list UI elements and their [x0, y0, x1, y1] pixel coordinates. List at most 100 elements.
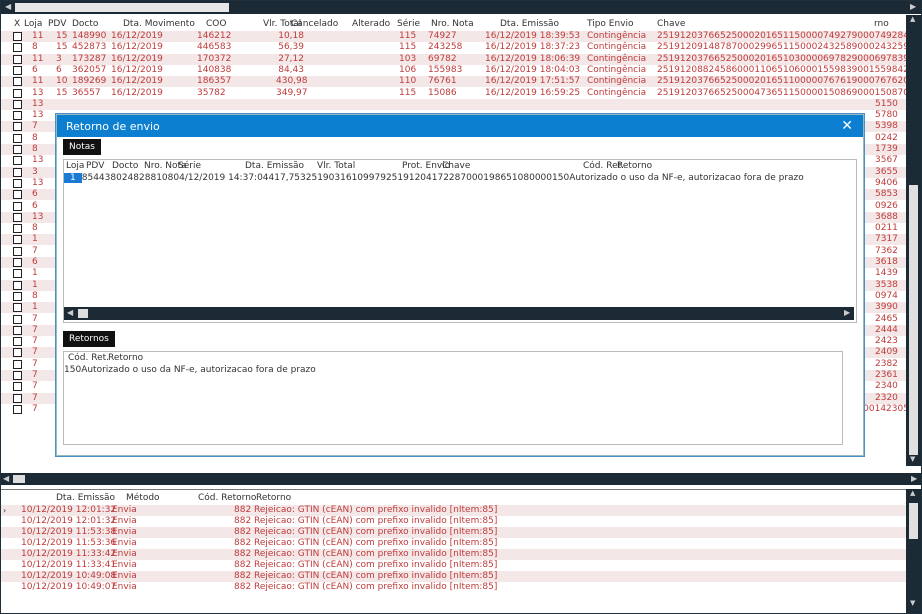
row-checkbox[interactable]	[13, 32, 22, 41]
scroll-thumb[interactable]	[13, 475, 25, 483]
scroll-right-icon[interactable]: ▶	[911, 474, 917, 483]
column-header[interactable]: PDV	[86, 161, 104, 171]
row-checkbox[interactable]	[13, 190, 22, 200]
column-header[interactable]: X	[14, 19, 20, 29]
row-checkbox[interactable]	[13, 393, 22, 403]
log-row[interactable]: 10/12/2019 12:01:32 Envia 882 Rejeicao: GTI…	[1, 505, 906, 516]
row-checkbox[interactable]	[13, 145, 22, 154]
column-header[interactable]: Tipo Envio	[587, 19, 634, 29]
scroll-right-icon[interactable]: ▶	[844, 308, 850, 317]
scroll-down-icon[interactable]: ▼	[910, 599, 915, 607]
row-checkbox[interactable]	[13, 88, 22, 98]
table-row[interactable]: 11 15 148990 16/12/2019 146212 10,18 115 74927 1…	[1, 31, 906, 42]
row-checkbox[interactable]	[13, 258, 22, 267]
row-checkbox[interactable]	[13, 178, 22, 188]
log-row[interactable]: 10/12/2019 11:53:38 Envia 882 Rejeicao: GTI…	[1, 527, 906, 538]
row-checkbox[interactable]	[13, 224, 22, 234]
log-row[interactable]: 10/12/2019 11:33:42 Envia 882 Rejeicao: GTI…	[1, 549, 906, 560]
column-header[interactable]: rno	[874, 19, 889, 29]
row-checkbox[interactable]	[13, 246, 22, 256]
table-row[interactable]: 6 6 362057 16/12/2019 140838 84,43 106 155983 16…	[1, 64, 906, 76]
row-checkbox[interactable]	[13, 111, 22, 121]
log-row[interactable]: 10/12/2019 10:49:08 Envia 882 Rejeicao: GTI…	[1, 571, 906, 582]
scroll-left-icon[interactable]: ◀	[3, 474, 9, 483]
column-header[interactable]: Chave	[657, 19, 685, 29]
table-row[interactable]: 11 10 189269 16/12/2019 186357 430,98 110 76761…	[1, 76, 906, 88]
row-checkbox[interactable]	[13, 359, 22, 369]
log-row[interactable]: 10/12/2019 11:33:41 Envia 882 Rejeicao: GTI…	[1, 560, 906, 571]
row-checkbox[interactable]	[13, 99, 22, 109]
row-checkbox[interactable]	[13, 122, 22, 132]
row-checkbox[interactable]	[13, 77, 22, 87]
row-checkbox[interactable]	[13, 382, 22, 392]
column-header[interactable]: Série	[178, 161, 201, 171]
row-checkbox[interactable]	[13, 280, 22, 290]
grid-horizontal-scrollbar[interactable]: ◀ ▶	[1, 473, 921, 485]
log-row[interactable]: 10/12/2019 10:49:07 Envia 882 Rejeicao: GTI…	[1, 582, 906, 593]
column-header[interactable]: Cód. Retorno	[198, 493, 256, 503]
column-header[interactable]: Loja	[24, 19, 42, 29]
scroll-up-icon[interactable]: ▲	[910, 15, 915, 23]
column-header[interactable]: Docto	[72, 19, 98, 29]
table-row[interactable]: 13 15 36557 16/12/2019 35782 349,97 115 15086 16…	[1, 87, 906, 99]
row-checkbox[interactable]	[13, 201, 22, 211]
returns-log-vertical-scrollbar[interactable]: ▲ ▼	[906, 489, 921, 613]
column-header[interactable]: Vlr. Total	[317, 161, 355, 171]
log-row[interactable]: 10/12/2019 12:01:32 Envia 882 Rejeicao: GTI…	[1, 516, 906, 527]
row-checkbox[interactable]	[13, 325, 22, 335]
retornos-row[interactable]: 150Autorizado o uso da NF-e, autorizacao…	[64, 365, 840, 377]
column-header[interactable]: Dta. Emissão	[56, 493, 115, 503]
row-checkbox[interactable]	[13, 65, 22, 75]
row-checkbox[interactable]	[13, 54, 22, 64]
row-checkbox[interactable]	[13, 337, 22, 347]
row-checkbox[interactable]	[13, 43, 22, 53]
row-checkbox[interactable]	[13, 212, 22, 222]
close-icon[interactable]: ✕	[841, 118, 853, 134]
row-checkbox[interactable]	[13, 235, 22, 245]
row-checkbox[interactable]	[13, 167, 22, 177]
column-header[interactable]: Docto	[112, 161, 138, 171]
column-header[interactable]: Retorno	[256, 493, 291, 503]
row-checkbox[interactable]	[13, 404, 22, 414]
table-row[interactable]: 11 3 173287 16/12/2019 170372 27,12 103 69782 16…	[1, 53, 906, 65]
row-checkbox[interactable]	[13, 269, 22, 279]
column-header[interactable]: Dta. Movimento	[123, 19, 195, 29]
scroll-thumb[interactable]	[78, 309, 88, 318]
log-row[interactable]: 10/12/2019 11:53:36 Envia 882 Rejeicao: GTI…	[1, 538, 906, 549]
grid-vertical-scrollbar[interactable]: ▲ ▼	[906, 15, 921, 466]
column-header[interactable]: Retorno	[108, 353, 143, 363]
column-header[interactable]: Retorno	[617, 161, 652, 171]
row-checkbox[interactable]	[13, 348, 22, 358]
table-row[interactable]: 13 5150	[1, 98, 906, 110]
row-checkbox[interactable]	[13, 156, 22, 166]
column-header[interactable]: Série	[397, 19, 420, 29]
column-header[interactable]: Nro. Nota	[431, 19, 474, 29]
column-header[interactable]: Dta. Emissão	[500, 19, 559, 29]
row-checkbox[interactable]	[13, 133, 22, 143]
scroll-thumb[interactable]	[909, 503, 918, 539]
notas-row[interactable]: 1 854438024828810804/12/2019 14:37:04417,…	[64, 173, 854, 185]
scroll-thumb[interactable]	[909, 185, 918, 455]
column-header[interactable]: Cód. Ret.	[68, 353, 109, 363]
row-checkbox[interactable]	[13, 371, 22, 380]
scroll-left-icon[interactable]: ◀	[5, 2, 11, 11]
row-checkbox[interactable]	[13, 314, 22, 324]
column-header[interactable]: Método	[126, 493, 160, 503]
scroll-left-icon[interactable]: ◀	[67, 308, 73, 317]
scroll-up-icon[interactable]: ▲	[910, 489, 915, 497]
column-header[interactable]: Dta. Emissão	[245, 161, 304, 171]
column-header[interactable]: Chave	[442, 161, 470, 171]
column-header[interactable]: Cancelado	[291, 19, 338, 29]
column-header[interactable]: COO	[206, 19, 226, 29]
scroll-thumb[interactable]	[15, 3, 229, 12]
row-checkbox[interactable]	[13, 303, 22, 313]
scroll-down-icon[interactable]: ▼	[910, 455, 915, 463]
row-checkbox[interactable]	[13, 291, 22, 301]
top-horizontal-scrollbar[interactable]: ◀ ▶	[1, 1, 921, 14]
table-row[interactable]: 8 15 452873 16/12/2019 446583 56,39 115 243258 1…	[1, 42, 906, 54]
column-header[interactable]: PDV	[48, 19, 66, 29]
scroll-right-icon[interactable]: ▶	[910, 2, 916, 11]
notas-horizontal-scrollbar[interactable]: ◀ ▶	[64, 307, 854, 320]
column-header[interactable]: Alterado	[352, 19, 390, 29]
column-header[interactable]: Loja	[66, 161, 84, 171]
